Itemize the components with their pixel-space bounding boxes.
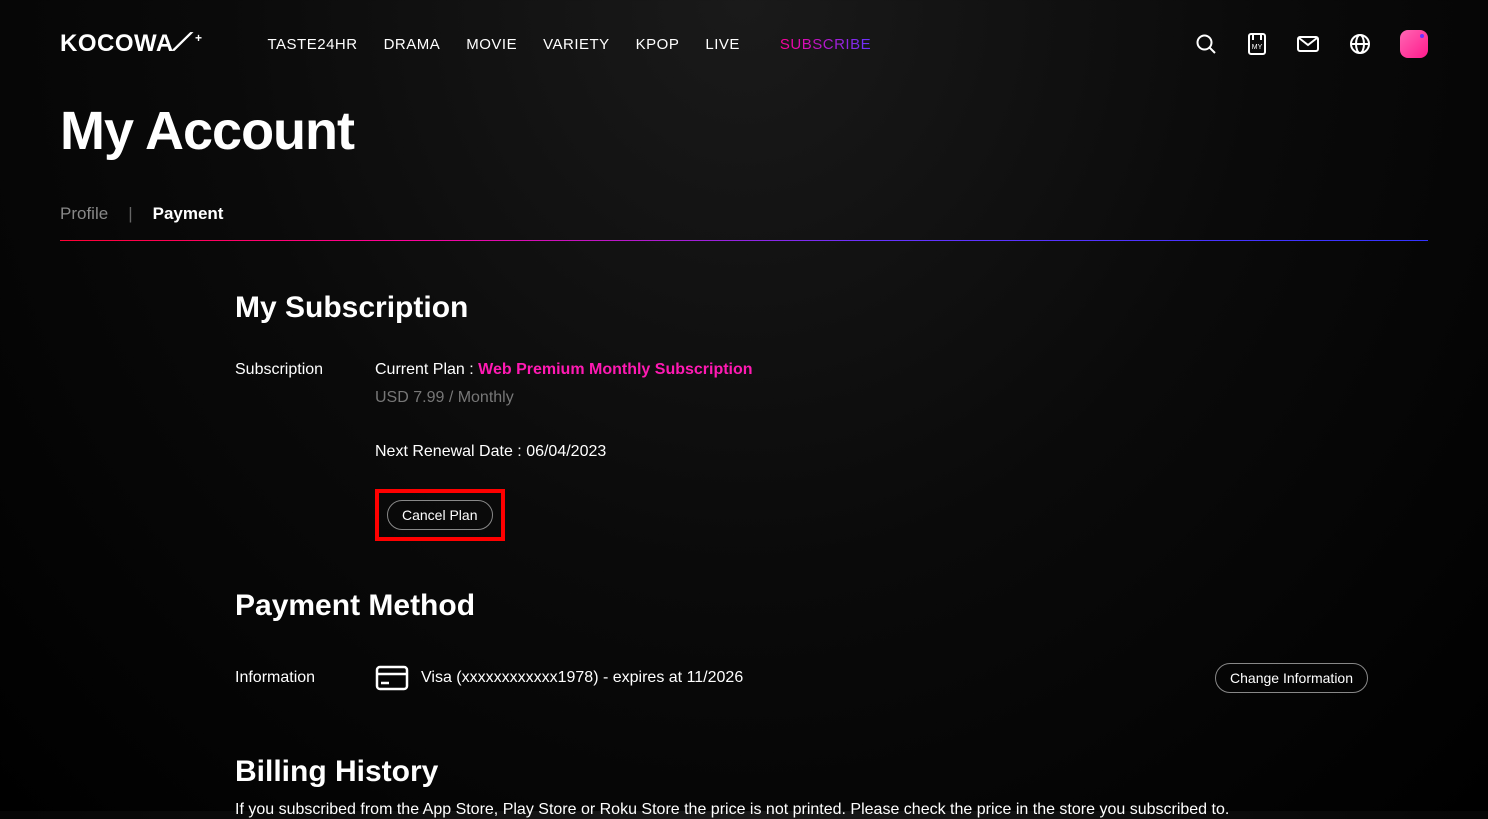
header: KOCOWA⟋+ TASTE24HR DRAMA MOVIE VARIETY K…	[0, 0, 1488, 78]
avatar[interactable]	[1400, 30, 1428, 58]
mylist-icon[interactable]: MY	[1246, 32, 1268, 56]
renew-label: Next Renewal Date :	[375, 443, 526, 460]
logo[interactable]: KOCOWA⟋+	[60, 30, 203, 58]
nav-subscribe[interactable]: SUBSCRIBE	[780, 36, 871, 53]
subscription-title: My Subscription	[235, 291, 1428, 325]
payment-method-title: Payment Method	[235, 589, 1428, 623]
cancel-plan-button[interactable]: Cancel Plan	[387, 500, 493, 530]
subscription-section: My Subscription Subscription Current Pla…	[235, 291, 1428, 541]
header-icons: MY	[1194, 30, 1428, 58]
nav-live[interactable]: LIVE	[705, 36, 740, 53]
subscription-label: Subscription	[235, 361, 375, 541]
credit-card-icon	[375, 665, 409, 691]
nav-kpop[interactable]: KPOP	[636, 36, 680, 53]
account-tabs: Profile | Payment	[60, 204, 1428, 240]
main-nav: TASTE24HR DRAMA MOVIE VARIETY KPOP LIVE …	[268, 36, 872, 53]
nav-drama[interactable]: DRAMA	[384, 36, 441, 53]
tabs-underline	[60, 240, 1428, 241]
nav-movie[interactable]: MOVIE	[466, 36, 517, 53]
renew-date: 06/04/2023	[526, 443, 606, 460]
sections: My Subscription Subscription Current Pla…	[60, 291, 1428, 819]
change-information-button[interactable]: Change Information	[1215, 663, 1368, 693]
cancel-highlight: Cancel Plan	[375, 489, 505, 541]
subscription-content: Current Plan : Web Premium Monthly Subsc…	[375, 361, 1428, 541]
current-plan-line: Current Plan : Web Premium Monthly Subsc…	[375, 361, 1428, 379]
renew-line: Next Renewal Date : 06/04/2023	[375, 443, 1428, 461]
subscription-row: Subscription Current Plan : Web Premium …	[235, 361, 1428, 541]
page-title: My Account	[60, 100, 1428, 162]
current-plan-name: Web Premium Monthly Subscription	[478, 361, 752, 378]
payment-method-section: Payment Method Information Visa (xxxxxxx…	[235, 589, 1428, 693]
payment-info-content: Visa (xxxxxxxxxxxx1978) - expires at 11/…	[375, 663, 1428, 693]
payment-info-row: Information Visa (xxxxxxxxxxxx1978) - ex…	[235, 663, 1428, 693]
billing-title: Billing History	[235, 755, 1428, 789]
payment-actions: Change Information	[1215, 663, 1428, 693]
logo-text: KOCOWA	[60, 30, 174, 58]
tab-separator: |	[128, 204, 132, 224]
billing-note: If you subscribed from the App Store, Pl…	[235, 801, 1428, 819]
tab-payment[interactable]: Payment	[153, 204, 224, 224]
tab-profile[interactable]: Profile	[60, 204, 108, 224]
nav-taste24hr[interactable]: TASTE24HR	[268, 36, 358, 53]
svg-text:MY: MY	[1252, 44, 1263, 51]
content: My Account Profile | Payment My Subscrip…	[0, 100, 1488, 819]
nav-variety[interactable]: VARIETY	[543, 36, 610, 53]
payment-info-label: Information	[235, 669, 375, 687]
card-text: Visa (xxxxxxxxxxxx1978) - expires at 11/…	[421, 669, 743, 687]
logo-dash: ⟋	[172, 29, 193, 57]
price-line: USD 7.99 / Monthly	[375, 389, 1428, 407]
billing-section: Billing History If you subscribed from t…	[235, 755, 1428, 819]
globe-icon[interactable]	[1348, 32, 1372, 56]
search-icon[interactable]	[1194, 32, 1218, 56]
current-plan-label: Current Plan :	[375, 361, 478, 378]
logo-plus: +	[195, 32, 203, 44]
mail-icon[interactable]	[1296, 32, 1320, 56]
